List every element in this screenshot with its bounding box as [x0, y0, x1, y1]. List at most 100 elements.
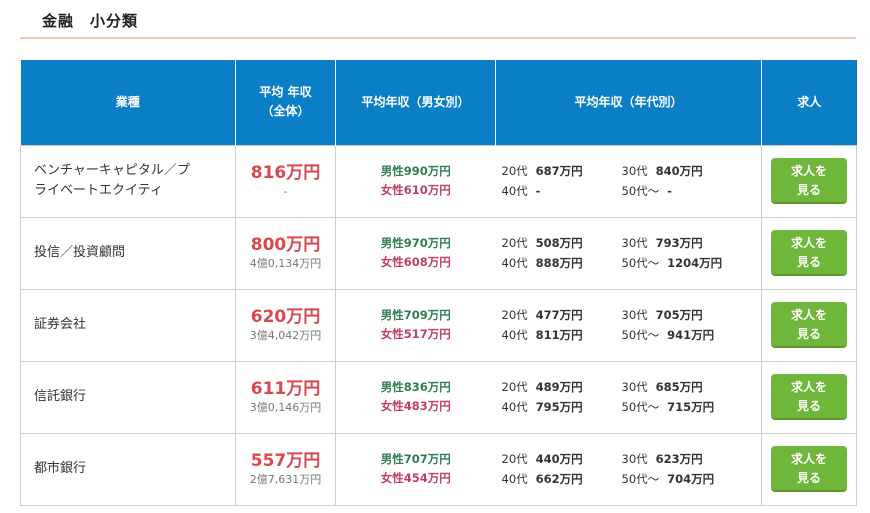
view-jobs-button-line2: 見る: [796, 471, 821, 485]
age-50s: 50代〜 941万円: [622, 326, 742, 345]
age-40s-label: 40代: [501, 183, 528, 198]
view-jobs-button-line1: 求人を: [790, 164, 827, 178]
industry-cell: ベンチャーキャピタル／プ ライベートエクイティ: [20, 144, 236, 218]
header-gender: 平均年収（男女別）: [335, 60, 496, 145]
average-salary-sub: -: [283, 185, 288, 198]
age-30s: 30代 840万円: [622, 162, 742, 181]
average-salary: 620万円: [250, 307, 321, 327]
salary-table: 業種 平均 年収 （全体） 平均年収（男女別） 平均年収（年代別） 求人 ベンチ…: [20, 60, 857, 506]
header-average-line1: 平均 年収: [259, 85, 312, 100]
industry-cell: 投信／投資顧問: [20, 216, 236, 290]
female-salary: 女性610万円: [380, 183, 451, 197]
age-grid: 20代 440万円 30代 623万円 40代 662万円 50代〜 704万円: [496, 450, 762, 489]
age-40s: 40代 811万円: [502, 326, 622, 345]
female-salary: 女性454万円: [380, 471, 451, 485]
view-jobs-button-line2: 見る: [796, 255, 821, 269]
age-20s-value: 687万円: [535, 163, 583, 178]
table-row: 信託銀行 611万円 3億0,146万円 男性836万円 女性483万円 20代…: [20, 360, 857, 434]
average-salary: 611万円: [250, 379, 321, 399]
age-30s-label: 30代: [621, 451, 648, 466]
average-salary-sub: 3億4,042万円: [249, 329, 322, 342]
jobs-cell: 求人を 見る: [761, 360, 857, 434]
age-30s-label: 30代: [621, 307, 648, 322]
age-50s-label: 50代〜: [621, 183, 660, 198]
age-grid: 20代 489万円 30代 685万円 40代 795万円 50代〜 715万円: [496, 378, 762, 417]
industry-cell: 証券会社: [20, 288, 236, 362]
average-cell: 557万円 2億7,631万円: [235, 432, 336, 506]
age-50s: 50代〜 1204万円: [622, 254, 742, 273]
age-20s-value: 508万円: [535, 235, 583, 250]
gender-cell: 男性990万円 女性610万円: [335, 144, 496, 218]
age-40s-value: -: [535, 183, 541, 198]
age-20s: 20代 477万円: [502, 306, 622, 325]
average-cell: 816万円 -: [235, 144, 336, 218]
header-industry: 業種: [20, 60, 236, 145]
title-divider: [20, 37, 856, 39]
age-20s-label: 20代: [501, 163, 528, 178]
header-age: 平均年収（年代別）: [495, 60, 762, 145]
industry-name-line2: ライベートエクイティ: [34, 183, 163, 198]
age-50s-label: 50代〜: [621, 471, 660, 486]
male-salary: 男性707万円: [380, 452, 451, 466]
age-20s-value: 489万円: [535, 379, 583, 394]
age-30s-value: 685万円: [655, 379, 703, 394]
view-jobs-button-line2: 見る: [796, 183, 821, 197]
age-20s-label: 20代: [501, 451, 528, 466]
age-50s-label: 50代〜: [621, 255, 660, 270]
age-40s-label: 40代: [501, 255, 528, 270]
male-salary: 男性836万円: [380, 380, 451, 394]
male-salary: 男性970万円: [380, 236, 451, 250]
view-jobs-button[interactable]: 求人を 見る: [771, 230, 847, 276]
age-30s-label: 30代: [621, 163, 648, 178]
view-jobs-button[interactable]: 求人を 見る: [771, 302, 847, 348]
age-20s-label: 20代: [501, 307, 528, 322]
age-cell: 20代 687万円 30代 840万円 40代 - 50代〜 -: [495, 144, 762, 218]
view-jobs-button[interactable]: 求人を 見る: [771, 446, 847, 492]
jobs-cell: 求人を 見る: [761, 432, 857, 506]
age-30s-label: 30代: [621, 379, 648, 394]
average-cell: 611万円 3億0,146万円: [235, 360, 336, 434]
age-30s-value: 793万円: [655, 235, 703, 250]
age-40s: 40代 662万円: [502, 470, 622, 489]
age-40s-label: 40代: [501, 471, 528, 486]
section-title: 金融 小分類: [42, 12, 139, 30]
age-20s-value: 440万円: [535, 451, 583, 466]
age-20s: 20代 489万円: [502, 378, 622, 397]
female-salary: 女性483万円: [380, 399, 451, 413]
age-50s: 50代〜 704万円: [622, 470, 742, 489]
view-jobs-button-line1: 求人を: [790, 308, 827, 322]
average-salary: 557万円: [250, 451, 321, 471]
jobs-cell: 求人を 見る: [761, 216, 857, 290]
jobs-cell: 求人を 見る: [761, 288, 857, 362]
age-40s-label: 40代: [501, 399, 528, 414]
age-50s-value: 715万円: [667, 399, 715, 414]
age-50s-value: 941万円: [667, 327, 715, 342]
age-30s: 30代 793万円: [622, 234, 742, 253]
industry-name-line1: 都市銀行: [34, 461, 87, 476]
header-jobs: 求人: [761, 60, 857, 145]
industry-name-line1: 投信／投資顧問: [34, 245, 126, 260]
age-50s-value: 704万円: [667, 471, 715, 486]
age-40s-value: 662万円: [535, 471, 583, 486]
view-jobs-button[interactable]: 求人を 見る: [771, 374, 847, 420]
age-30s: 30代 685万円: [622, 378, 742, 397]
industry-name-line1: ベンチャーキャピタル／プ: [34, 163, 190, 178]
age-grid: 20代 687万円 30代 840万円 40代 - 50代〜 -: [496, 162, 762, 201]
table-row: ベンチャーキャピタル／プ ライベートエクイティ 816万円 - 男性990万円 …: [20, 144, 857, 218]
age-50s-value: 1204万円: [667, 255, 723, 270]
industry-cell: 都市銀行: [20, 432, 236, 506]
view-jobs-button[interactable]: 求人を 見る: [771, 158, 847, 204]
age-20s: 20代 687万円: [502, 162, 622, 181]
age-cell: 20代 440万円 30代 623万円 40代 662万円 50代〜 704万円: [495, 432, 762, 506]
view-jobs-button-line2: 見る: [796, 327, 821, 341]
age-20s-label: 20代: [501, 235, 528, 250]
age-40s-value: 795万円: [535, 399, 583, 414]
age-30s-value: 705万円: [655, 307, 703, 322]
age-30s-value: 840万円: [655, 163, 703, 178]
header-average: 平均 年収 （全体）: [235, 60, 336, 145]
age-30s-label: 30代: [621, 235, 648, 250]
age-cell: 20代 489万円 30代 685万円 40代 795万円 50代〜 715万円: [495, 360, 762, 434]
age-20s: 20代 440万円: [502, 450, 622, 469]
age-grid: 20代 508万円 30代 793万円 40代 888万円 50代〜 1204万円: [496, 234, 762, 273]
age-40s: 40代 888万円: [502, 254, 622, 273]
